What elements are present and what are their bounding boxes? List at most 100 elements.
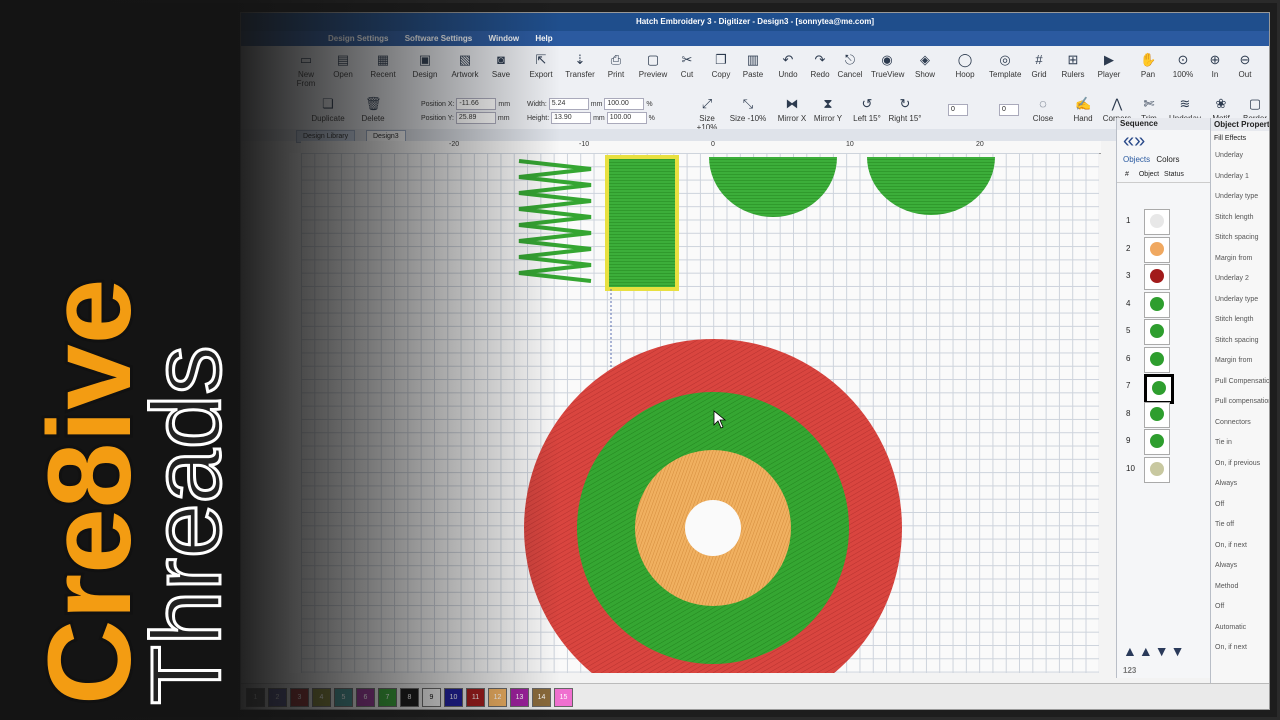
edit-button-3[interactable]: ⤡ Size -10% [729, 96, 767, 123]
property-item[interactable]: Method [1211, 577, 1269, 598]
edit-button-5[interactable]: ⧗ Mirror Y [809, 96, 847, 123]
edit-button-7[interactable]: ↻ Right 15° [886, 96, 924, 123]
color-swatch[interactable]: 2 [268, 688, 287, 707]
half-circle-shape-2[interactable] [867, 157, 995, 215]
property-item[interactable]: Underlay type [1211, 290, 1269, 311]
sequence-row[interactable]: 5 [1120, 318, 1205, 345]
color-swatch[interactable]: 11 [466, 688, 485, 707]
edit-button-0[interactable]: ❏ Duplicate [309, 96, 347, 123]
property-item[interactable]: Underlay type [1211, 187, 1269, 208]
sequence-row[interactable]: 6 [1120, 346, 1205, 373]
toolbar-button-5[interactable]: ◙ Save [485, 52, 517, 79]
height-input[interactable]: 13.90 [551, 112, 592, 124]
color-swatch[interactable]: 5 [334, 688, 353, 707]
sequence-row[interactable]: 4 [1120, 291, 1205, 318]
sequence-row[interactable]: 7 [1120, 373, 1205, 404]
toolbar-button-2[interactable]: ▦ Recent [367, 52, 399, 79]
color-swatch[interactable]: 14 [532, 688, 551, 707]
fill-tab[interactable]: Fill [1214, 135, 1223, 142]
color-swatch[interactable]: 15 [554, 688, 573, 707]
edit-button-1[interactable]: 🗑 Delete [354, 96, 392, 123]
property-item[interactable]: Automatic [1211, 618, 1269, 639]
toolbar-button-14[interactable]: ↷ Redo [804, 52, 836, 79]
rotate-angle-input[interactable]: 0 [948, 104, 968, 116]
sequence-row[interactable]: 3 [1120, 263, 1205, 290]
color-swatch[interactable]: 7 [378, 688, 397, 707]
color-swatch[interactable]: 10 [444, 688, 463, 707]
sequence-row[interactable]: 2 [1120, 236, 1205, 263]
property-item[interactable]: Underlay 2 [1211, 269, 1269, 290]
property-item[interactable]: Underlay [1211, 146, 1269, 167]
sequence-row[interactable]: 8 [1120, 401, 1205, 428]
property-item[interactable]: Margin from [1211, 249, 1269, 270]
color-swatch[interactable]: 6 [356, 688, 375, 707]
toolbar-button-13[interactable]: ↶ Undo [772, 52, 804, 79]
color-swatch[interactable]: 3 [290, 688, 309, 707]
sequence-row[interactable]: 10 [1120, 456, 1205, 483]
color-swatch[interactable]: 9 [422, 688, 441, 707]
property-item[interactable]: Always [1211, 474, 1269, 495]
toolbar-button-23[interactable]: ✋ Pan [1132, 52, 1164, 79]
colors-tab[interactable]: Colors [1156, 155, 1179, 164]
property-item[interactable]: Stitch spacing [1211, 228, 1269, 249]
edit-button-8[interactable]: ◌ Close [1024, 96, 1062, 123]
property-item[interactable]: Pull compensation [1211, 392, 1269, 413]
toolbar-button-18[interactable]: ◯ Hoop [949, 52, 981, 79]
menu-design-settings[interactable]: Design Settings [321, 31, 395, 46]
toolbar-button-25[interactable]: ⊕ In [1199, 52, 1231, 79]
toolbar-button-8[interactable]: ⎙ Print [600, 52, 632, 79]
toolbar-button-1[interactable]: ▤ Open [327, 52, 359, 79]
property-item[interactable]: Off [1211, 495, 1269, 516]
position-y-input[interactable]: 25.89 [455, 112, 496, 124]
property-item[interactable]: Stitch length [1211, 310, 1269, 331]
toolbar-button-17[interactable]: ◈ Show [909, 52, 941, 79]
color-swatch[interactable]: 12 [488, 688, 507, 707]
toolbar-button-9[interactable]: ▢ Preview [637, 52, 669, 79]
toolbar-button-4[interactable]: ▧ Artwork [449, 52, 481, 79]
property-item[interactable]: On, if next [1211, 536, 1269, 557]
property-item[interactable]: Off [1211, 597, 1269, 618]
property-item[interactable]: On, if next [1211, 638, 1269, 659]
zigzag-satin-shape[interactable] [518, 159, 592, 283]
menu-software-settings[interactable]: Software Settings [398, 31, 480, 46]
color-swatch[interactable]: 8 [400, 688, 419, 707]
reorder-arrows-icon[interactable]: ▲▲▼▼ [1123, 643, 1186, 659]
toolbar-button-16[interactable]: ◉ TrueView [871, 52, 904, 79]
toolbar-button-6[interactable]: ⇱ Export [525, 52, 557, 79]
property-item[interactable]: Connectors [1211, 413, 1269, 434]
toolbar-button-20[interactable]: # Grid [1023, 52, 1055, 79]
position-x-input[interactable]: -11.66 [456, 98, 497, 110]
property-item[interactable]: Margin from [1211, 351, 1269, 372]
toolbar-button-3[interactable]: ▣ Design [409, 52, 441, 79]
sequence-row[interactable]: 9 [1120, 428, 1205, 455]
menu-window[interactable]: Window [482, 31, 527, 46]
toolbar-button-0[interactable]: ▭ New From [290, 52, 322, 88]
property-item[interactable]: Stitch length [1211, 208, 1269, 229]
width-input[interactable]: 5.24 [548, 98, 589, 110]
toolbar-button-24[interactable]: ⊙ 100% [1167, 52, 1199, 79]
property-item[interactable]: Pull Compensation [1211, 372, 1269, 393]
toolbar-button-21[interactable]: ⊞ Rulers [1057, 52, 1089, 79]
edit-button-9[interactable]: ✍ Hand [1064, 96, 1102, 123]
slant-angle-input[interactable]: 0 [999, 104, 1019, 116]
toolbar-button-22[interactable]: ▶ Player [1093, 52, 1125, 79]
color-swatch[interactable]: 13 [510, 688, 529, 707]
toolbar-button-7[interactable]: ⇣ Transfer [564, 52, 596, 79]
sequence-nav-icon[interactable]: «» [1117, 130, 1211, 152]
toolbar-button-15[interactable]: ⎋ Cancel [834, 52, 866, 79]
property-item[interactable]: On, if previous [1211, 454, 1269, 475]
property-item[interactable]: Tie in [1211, 433, 1269, 454]
toolbar-button-10[interactable]: ✂ Cut [671, 52, 703, 79]
property-item[interactable]: Always [1211, 556, 1269, 577]
toolbar-button-11[interactable]: ❐ Copy [705, 52, 737, 79]
edit-button-4[interactable]: ⧓ Mirror X [773, 96, 811, 123]
property-item[interactable]: Underlay 1 [1211, 167, 1269, 188]
toolbar-button-12[interactable]: ▥ Paste [737, 52, 769, 79]
height-percent-input[interactable]: 100.00 [606, 112, 647, 124]
effects-tab[interactable]: Effects [1225, 135, 1246, 142]
selected-satin-rectangle[interactable] [605, 155, 679, 291]
color-swatch[interactable]: 4 [312, 688, 331, 707]
width-percent-input[interactable]: 100.00 [604, 98, 645, 110]
toolbar-button-19[interactable]: ◎ Template [989, 52, 1021, 79]
edit-button-6[interactable]: ↺ Left 15° [848, 96, 886, 123]
